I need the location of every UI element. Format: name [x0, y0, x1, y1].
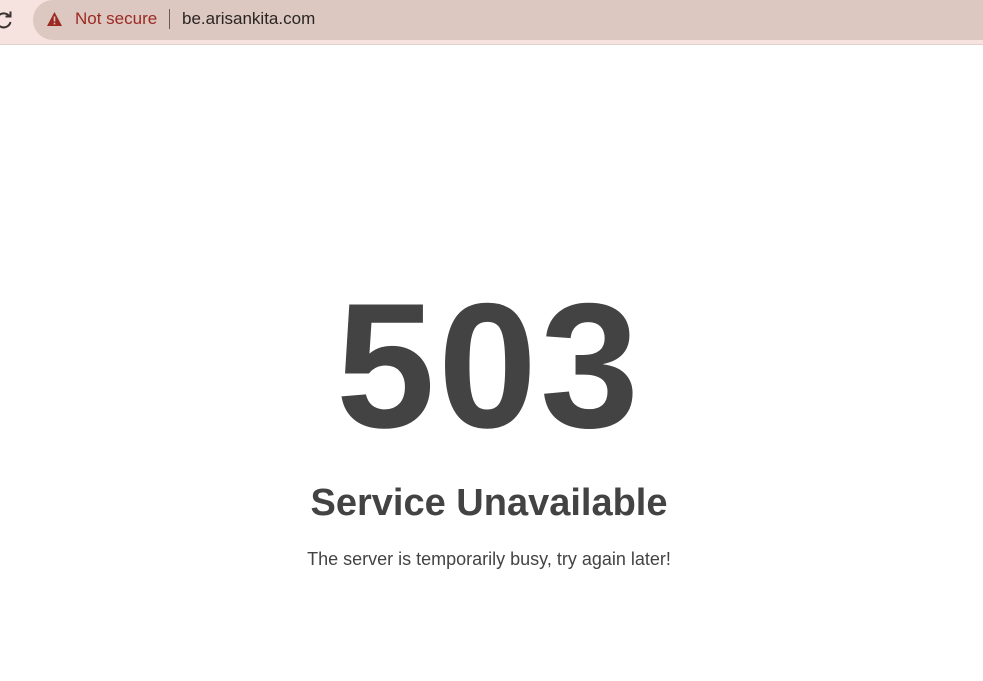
security-status-label[interactable]: Not secure	[75, 9, 157, 29]
error-message: The server is temporarily busy, try agai…	[307, 549, 671, 569]
warning-triangle-icon[interactable]	[46, 11, 63, 27]
reload-icon[interactable]	[0, 10, 14, 30]
browser-toolbar: Not secure be.arisankita.com	[0, 0, 983, 45]
url-text[interactable]: be.arisankita.com	[182, 9, 315, 29]
error-title: Service Unavailable	[310, 482, 668, 524]
error-code: 503	[336, 266, 642, 465]
address-bar-divider	[169, 9, 170, 29]
address-bar[interactable]	[33, 0, 983, 40]
